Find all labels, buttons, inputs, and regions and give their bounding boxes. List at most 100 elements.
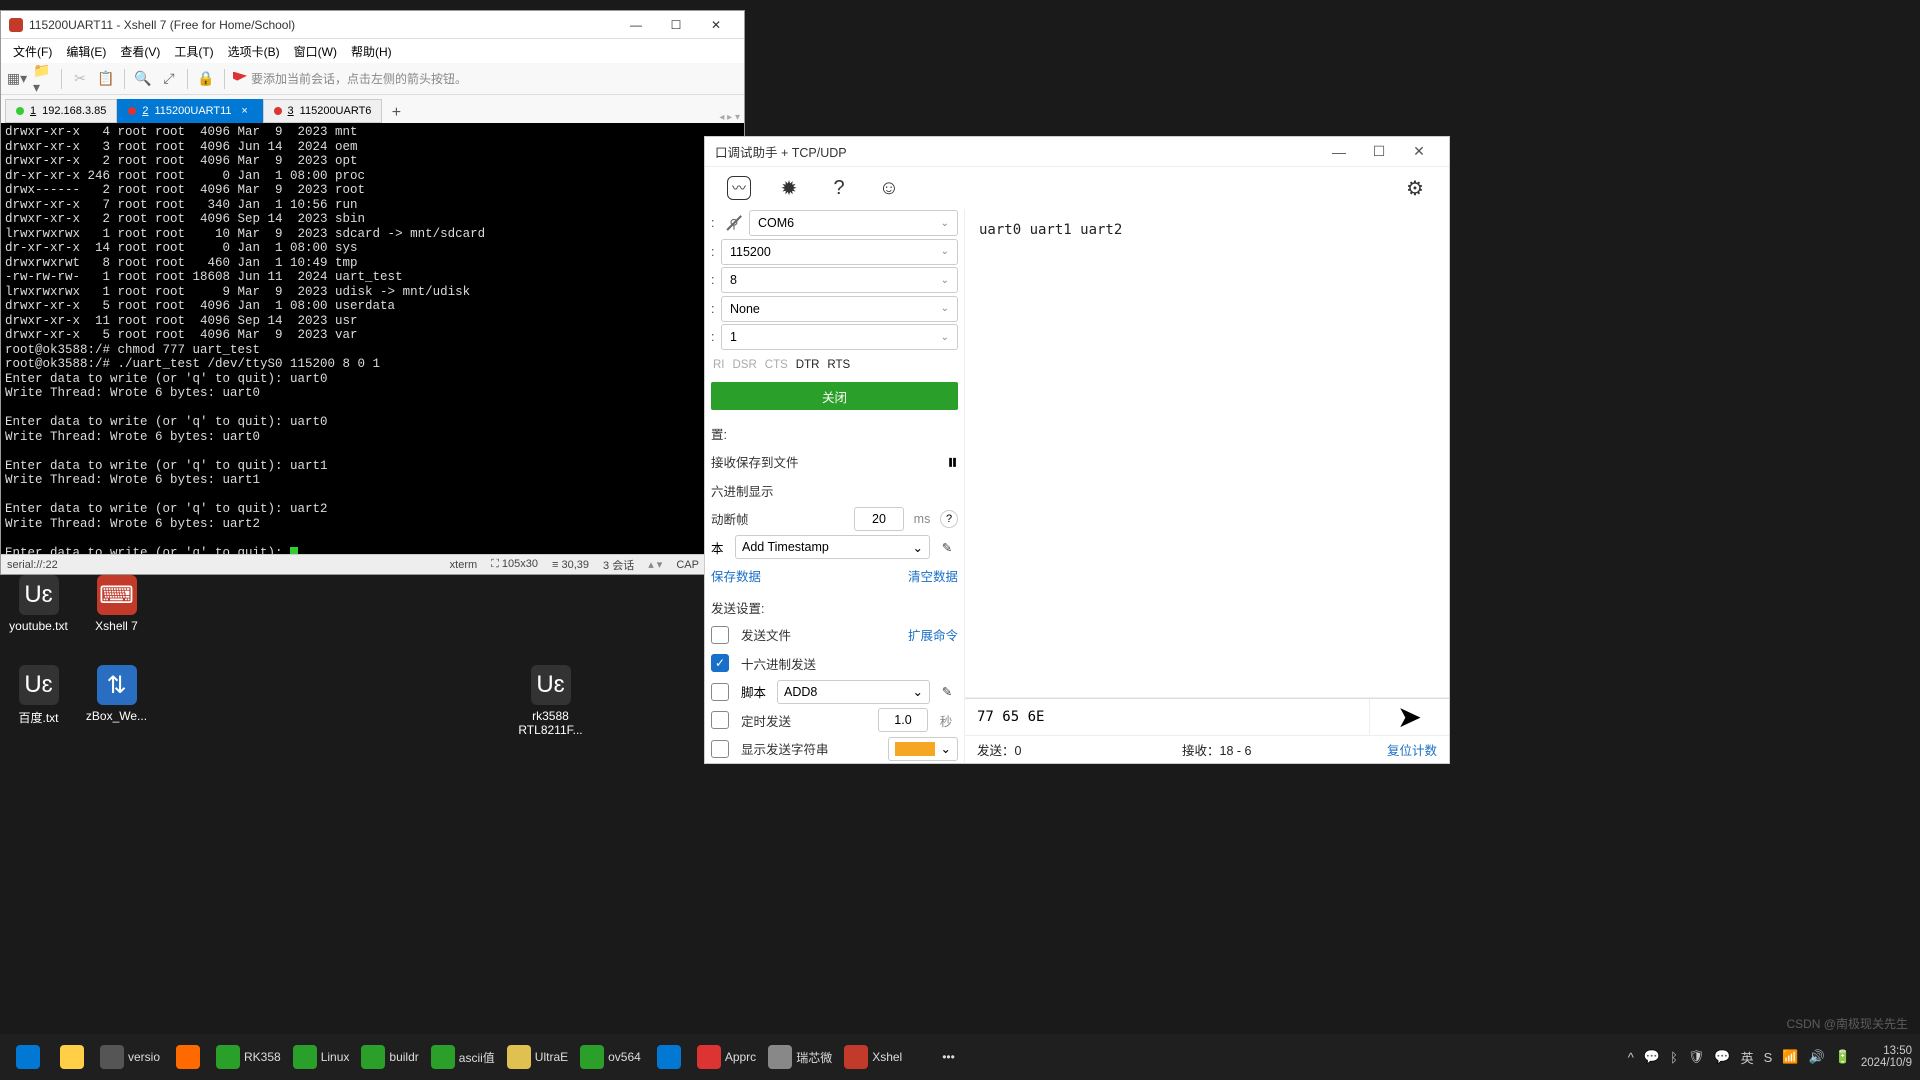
- timed-send-checkbox[interactable]: [711, 711, 729, 729]
- taskbar-buildr[interactable]: buildr: [357, 1038, 422, 1076]
- taskbar-ascii[interactable]: ascii值: [427, 1038, 499, 1076]
- minimize-button[interactable]: —: [616, 11, 656, 39]
- desktop-icon-youtube-txt[interactable]: Uɛyoutube.txt: [6, 575, 71, 633]
- tray-icon[interactable]: 英: [1741, 1048, 1754, 1067]
- clock[interactable]: 13:502024/10/9: [1861, 1045, 1912, 1069]
- edit-icon[interactable]: ✎: [936, 681, 958, 703]
- save-data-link[interactable]: 保存数据: [711, 566, 761, 585]
- taskbar-xshell-tb[interactable]: Xshel: [840, 1038, 906, 1076]
- open-icon[interactable]: 📁▾: [33, 69, 53, 89]
- pause-icon[interactable]: ⏸: [947, 449, 958, 475]
- desktop-icon-xshell7[interactable]: ⌨Xshell 7: [84, 575, 149, 633]
- tab-192.168.3.85[interactable]: 1 192.168.3.85: [5, 99, 117, 123]
- baud-select[interactable]: 115200⌄: [721, 239, 958, 265]
- signal-RI[interactable]: RI: [713, 359, 725, 371]
- tray-icon[interactable]: 📶: [1782, 1049, 1798, 1065]
- menu-查看(V)[interactable]: 查看(V): [114, 41, 166, 62]
- taskbar-paint[interactable]: [168, 1038, 208, 1076]
- signal-CTS[interactable]: CTS: [765, 359, 788, 371]
- menu-帮助(H)[interactable]: 帮助(H): [345, 41, 398, 62]
- tab-add-button[interactable]: +: [386, 103, 406, 123]
- taskbar-ruixin[interactable]: 瑞芯微: [764, 1038, 836, 1076]
- desktop-icon-zbox[interactable]: ⇅zBox_We...: [84, 665, 149, 723]
- maximize-button[interactable]: ☐: [656, 11, 696, 39]
- taskbar-start[interactable]: [8, 1038, 48, 1076]
- lock-icon[interactable]: 🔒: [196, 69, 216, 89]
- desktop-icon-rk3588[interactable]: Uɛrk3588 RTL8211F...: [518, 665, 583, 737]
- minimize-button[interactable]: —: [1319, 138, 1359, 166]
- close-button[interactable]: ✕: [1399, 138, 1439, 166]
- rx-area[interactable]: uart0 uart1 uart2: [965, 209, 1449, 698]
- signal-DSR[interactable]: DSR: [733, 359, 757, 371]
- hex-send-checkbox[interactable]: ✓: [711, 654, 729, 672]
- stopbits-select[interactable]: 1⌄: [721, 324, 958, 350]
- new-session-icon[interactable]: ▦▾: [7, 69, 27, 89]
- clear-data-link[interactable]: 清空数据: [908, 566, 958, 585]
- status-dot-icon: [274, 107, 282, 115]
- gear-icon[interactable]: ⚙: [1403, 176, 1427, 200]
- bug-icon[interactable]: ✹: [777, 176, 801, 200]
- tx-input[interactable]: 77 65 6E: [965, 699, 1369, 735]
- timestamp-select[interactable]: Add Timestamp⌄: [735, 535, 930, 559]
- smile-icon[interactable]: ☺: [877, 176, 901, 200]
- tray-icon[interactable]: S: [1764, 1050, 1773, 1065]
- paste-icon[interactable]: 📋: [96, 69, 116, 89]
- menu-选项卡(B)[interactable]: 选项卡(B): [222, 41, 286, 62]
- color-select[interactable]: ⌄: [888, 737, 958, 761]
- scroll-icon[interactable]: ⤢: [159, 69, 179, 89]
- maximize-button[interactable]: ☐: [1359, 138, 1399, 166]
- taskbar-rk358[interactable]: RK358: [212, 1038, 285, 1076]
- help-icon[interactable]: ?: [827, 176, 851, 200]
- up-down-arrows[interactable]: ▴ ▾: [648, 558, 662, 571]
- cut-icon[interactable]: ✂: [70, 69, 90, 89]
- tab-close-icon[interactable]: ×: [238, 105, 252, 117]
- taskbar-apprc[interactable]: Apprc: [693, 1038, 760, 1076]
- tab-115200UART6[interactable]: 3 115200UART6: [263, 99, 383, 123]
- reset-count-link[interactable]: 复位计数: [1387, 740, 1437, 759]
- titlebar[interactable]: 115200UART11 - Xshell 7 (Free for Home/S…: [1, 11, 744, 39]
- tray-icon[interactable]: 🔊: [1808, 1049, 1824, 1065]
- break-ms-input[interactable]: 20: [854, 507, 904, 531]
- extend-cmd-link[interactable]: 扩展命令: [908, 625, 958, 644]
- help-icon[interactable]: ?: [940, 510, 958, 528]
- taskbar-more[interactable]: •••: [910, 1038, 959, 1076]
- taskbar-linux[interactable]: Linux: [289, 1038, 354, 1076]
- script-select[interactable]: ADD8⌄: [777, 680, 930, 704]
- tab-115200UART11[interactable]: 2 115200UART11×: [117, 99, 262, 123]
- search-icon[interactable]: 🔍: [133, 69, 153, 89]
- taskbar-ultrae[interactable]: UltraE: [503, 1038, 572, 1076]
- tray-icon[interactable]: 🛡: [1688, 1049, 1705, 1065]
- close-port-button[interactable]: 关闭: [711, 382, 958, 410]
- tray-icon[interactable]: 🔋: [1835, 1049, 1851, 1065]
- search-off-icon[interactable]: ⚲: [725, 214, 743, 232]
- menu-编辑(E)[interactable]: 编辑(E): [60, 41, 112, 62]
- edit-icon[interactable]: ✎: [936, 536, 958, 558]
- send-file-checkbox[interactable]: [711, 626, 729, 644]
- signal-RTS[interactable]: RTS: [827, 359, 850, 371]
- port-select[interactable]: COM6⌄: [749, 210, 958, 236]
- taskbar-ov564[interactable]: ov564: [576, 1038, 645, 1076]
- signal-DTR[interactable]: DTR: [796, 359, 820, 371]
- taskbar-explorer[interactable]: [52, 1038, 92, 1076]
- taskbar-versio[interactable]: versio: [96, 1038, 164, 1076]
- close-button[interactable]: ✕: [696, 11, 736, 39]
- menu-工具(T)[interactable]: 工具(T): [168, 41, 219, 62]
- terminal[interactable]: drwxr-xr-x 4 root root 4096 Mar 9 2023 m…: [1, 123, 744, 554]
- tray-icon[interactable]: ^: [1628, 1050, 1634, 1065]
- tray-icon[interactable]: 💬: [1714, 1049, 1730, 1065]
- show-send-checkbox[interactable]: [711, 740, 729, 758]
- timed-input[interactable]: 1.0: [878, 708, 928, 732]
- desktop-icon-baidu-txt[interactable]: Uɛ百度.txt: [6, 665, 71, 726]
- send-button[interactable]: ➤: [1369, 699, 1449, 735]
- tray-icon[interactable]: 💬: [1644, 1049, 1660, 1065]
- parity-select[interactable]: None⌄: [721, 296, 958, 322]
- script-checkbox[interactable]: [711, 683, 729, 701]
- menu-窗口(W)[interactable]: 窗口(W): [288, 41, 343, 62]
- tray-icon[interactable]: ᛒ: [1670, 1050, 1678, 1065]
- menu-文件(F)[interactable]: 文件(F): [7, 41, 58, 62]
- serial-titlebar[interactable]: 口调试助手 + TCP/UDP — ☐ ✕: [705, 137, 1449, 167]
- waveform-icon[interactable]: 〰: [727, 176, 751, 200]
- taskbar-notes[interactable]: [649, 1038, 689, 1076]
- databits-select[interactable]: 8⌄: [721, 267, 958, 293]
- tab-navigator[interactable]: ◂ ▸ ▾: [719, 112, 740, 123]
